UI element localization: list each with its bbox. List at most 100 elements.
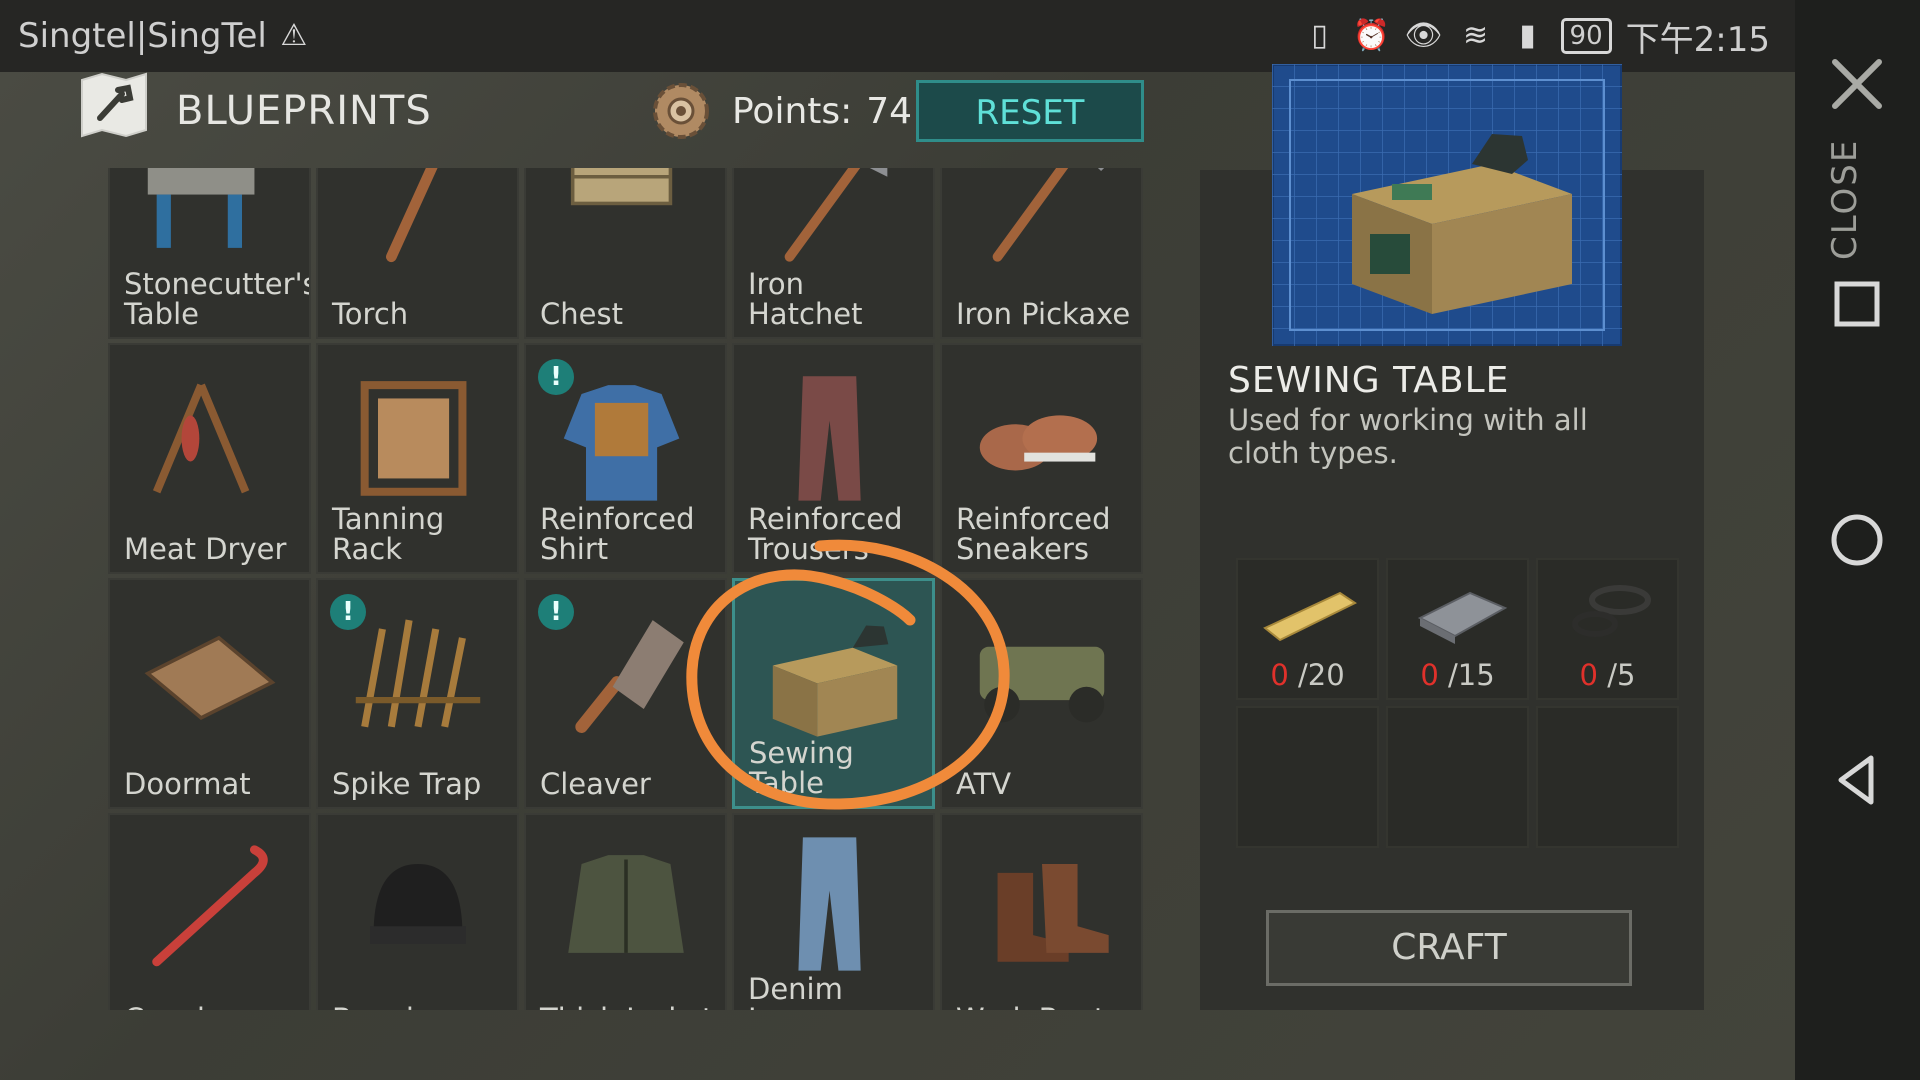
empty-requirement-slot [1236, 706, 1379, 848]
page-title: BLUEPRINTS [176, 88, 432, 134]
craft-button[interactable]: CRAFT [1266, 910, 1632, 986]
empty-requirement-slot [1536, 706, 1679, 848]
chest-icon [570, 168, 673, 206]
reset-button[interactable]: RESET [916, 80, 1144, 142]
have-amount: 0 [1420, 658, 1439, 692]
blueprint-map-icon [81, 72, 147, 138]
blueprint-cell[interactable]: Work Boots [940, 813, 1143, 1010]
blueprint-label: Beanie [332, 1004, 511, 1010]
thick-jacket-icon [568, 855, 684, 953]
sewing-table-preview-icon [1272, 64, 1622, 346]
thread-coil-icon [1572, 585, 1651, 637]
need-amount: /5 [1607, 658, 1636, 692]
blueprint-cell[interactable]: Beanie [316, 813, 519, 1010]
reinforced-trousers-icon [798, 376, 861, 501]
blueprint-grid: Stonecutter's Table Torch Chest Iron Hatche… [108, 168, 1143, 1010]
alarm-icon: ⏰ [1352, 18, 1391, 53]
blueprint-label: Stonecutter's Table [124, 267, 311, 331]
warning-icon: ⚠ [280, 18, 308, 53]
status-bar: Singtel|SingTel ⚠ ▯ ⏰ 👁 ≋ ▮ 90 下午2:15 [0, 0, 1920, 72]
blueprint-cell[interactable]: Chest [524, 168, 727, 339]
need-amount: /15 [1448, 658, 1495, 692]
recent-apps-icon[interactable] [1825, 272, 1889, 336]
sewing-table-icon [772, 625, 898, 737]
blueprint-label: Reinforced Sneakers [956, 502, 1111, 566]
atv-icon [979, 646, 1105, 723]
blueprint-cell[interactable]: ! Cleaver [524, 578, 727, 809]
close-label[interactable]: CLOSE [1825, 139, 1889, 260]
blueprint-cell[interactable]: Sewing Table [732, 578, 935, 809]
crowbar-icon [152, 845, 268, 967]
battery-indicator: 90 [1560, 18, 1612, 54]
detail-description: Used for working with all cloth types. [1228, 403, 1588, 470]
work-boots-icon [997, 864, 1109, 962]
blueprint-label: Meat Dryer [124, 532, 287, 566]
blueprint-label: Spike Trap [332, 767, 482, 801]
new-notice-icon: ! [330, 594, 366, 630]
blueprint-label: Doormat [124, 767, 251, 801]
blueprint-cell[interactable]: Iron Pickaxe [940, 168, 1143, 339]
blueprint-cell[interactable]: Reinforced Sneakers [940, 343, 1143, 574]
blueprint-cell[interactable]: Thick Jacket [524, 813, 727, 1010]
blueprint-cell[interactable]: Denim Jeans [732, 813, 935, 1010]
blueprint-label: Cleaver [540, 767, 651, 801]
blueprint-label: Denim Jeans [748, 972, 843, 1010]
empty-requirement-slot [1386, 706, 1529, 848]
blueprint-preview [1272, 64, 1622, 346]
blueprint-label: Tanning Rack [332, 502, 445, 566]
tanning-rack-icon [360, 381, 467, 496]
blueprint-cell[interactable]: ! Spike Trap [316, 578, 519, 809]
detail-title: SEWING TABLE [1228, 360, 1510, 401]
blueprint-cell[interactable]: Torch [316, 168, 519, 339]
gear-points-icon [653, 83, 709, 139]
torch-icon [386, 168, 438, 263]
blueprint-cell[interactable]: Reinforced Trousers [732, 343, 935, 574]
reinforced-sneakers-icon [979, 415, 1098, 471]
blueprint-cell[interactable]: ATV [940, 578, 1143, 809]
requirement-count: 0 /20 [1238, 658, 1377, 692]
requirement-count: 0 /15 [1388, 658, 1527, 692]
signal-icon: ▮ [1519, 18, 1536, 53]
meat-dryer-icon [152, 383, 250, 494]
wifi-icon: ≋ [1462, 18, 1489, 53]
iron-hatchet-icon [784, 168, 888, 262]
eye-comfort-icon: 👁 [1404, 18, 1443, 53]
blueprint-label: Reinforced Trousers [748, 502, 903, 566]
blueprint-cell[interactable]: Tanning Rack [316, 343, 519, 574]
blueprint-cell[interactable]: ! Reinforced Shirt [524, 343, 727, 574]
blueprint-cell[interactable]: Doormat [108, 578, 311, 809]
vibrate-icon: ▯ [1311, 18, 1328, 53]
status-left: Singtel|SingTel ⚠ [0, 16, 313, 56]
side-navigation-bar: CLOSE [1795, 0, 1920, 1080]
have-amount: 0 [1270, 658, 1289, 692]
blueprint-label: ATV [956, 767, 1012, 801]
blueprint-grid-viewport[interactable]: Stonecutter's Table Torch Chest Iron Hatche… [108, 168, 1144, 1010]
blueprint-label: Sewing Table [749, 736, 854, 800]
requirement-slot: 0 /15 [1386, 558, 1529, 700]
blueprint-label: Iron Pickaxe [956, 297, 1131, 331]
back-icon[interactable] [1825, 748, 1889, 812]
blueprint-cell[interactable]: Crowbar [108, 813, 311, 1010]
iron-ingot-icon [1417, 591, 1508, 644]
requirement-count: 0 /5 [1538, 658, 1677, 692]
blueprint-label: Iron Hatchet [748, 267, 863, 331]
iron-pickaxe-icon [992, 168, 1105, 262]
blueprint-cell[interactable]: Stonecutter's Table [108, 168, 311, 339]
blueprint-cell[interactable]: Meat Dryer [108, 343, 311, 574]
points-value: 74 [866, 90, 913, 132]
home-icon[interactable] [1825, 508, 1889, 572]
need-amount: /20 [1298, 658, 1345, 692]
requirement-slot: 0 /20 [1236, 558, 1379, 700]
clock: 下午2:15 [1625, 19, 1770, 60]
blueprint-cell[interactable]: Iron Hatchet [732, 168, 935, 339]
stonecutter-table-icon [147, 168, 255, 248]
new-notice-icon: ! [538, 594, 574, 630]
close-icon[interactable] [1825, 52, 1889, 116]
blueprint-label: Crowbar [124, 1004, 303, 1010]
blueprint-label: Thick Jacket [540, 1004, 719, 1010]
points-label: Points: [732, 90, 853, 132]
carrier-name: Singtel|SingTel [18, 16, 267, 56]
blueprint-label: Reinforced Shirt [540, 502, 695, 566]
blueprint-label: Torch [332, 297, 409, 331]
blueprint-label: Work Boots [956, 1004, 1135, 1010]
